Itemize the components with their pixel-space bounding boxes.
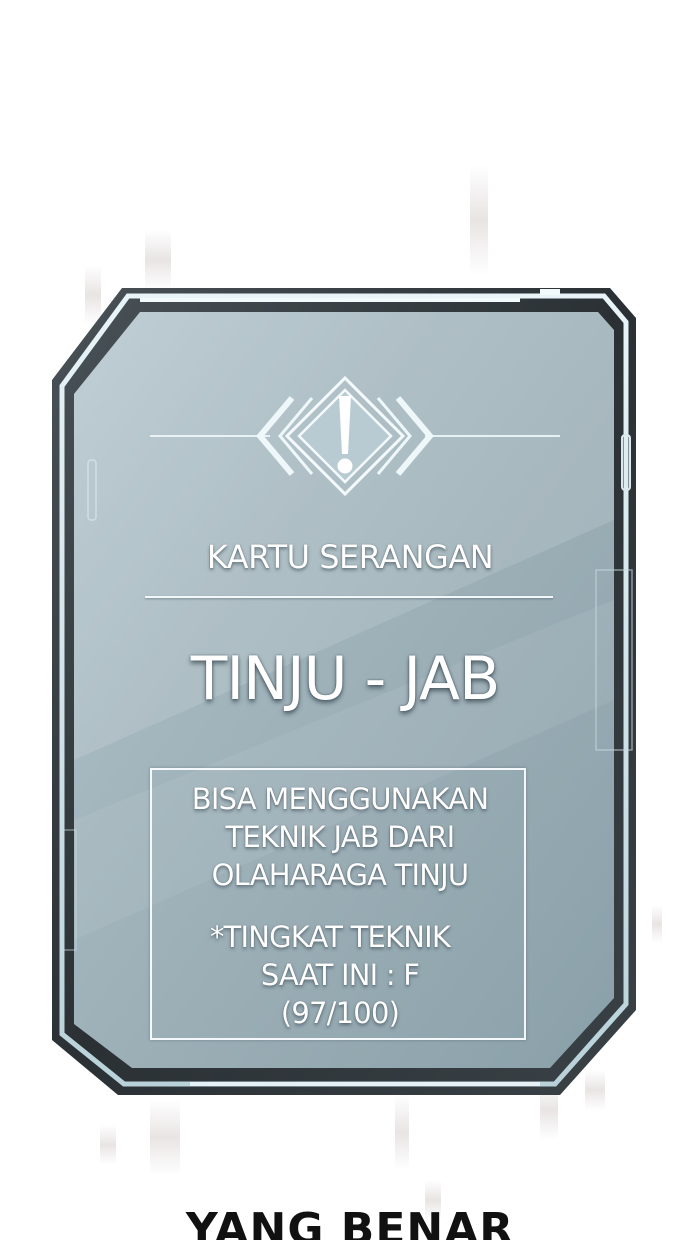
title-divider xyxy=(145,596,553,598)
card-type-label: KARTU SERANGAN xyxy=(206,538,494,576)
warning-exclamation-icon xyxy=(337,396,353,474)
attack-card-frame xyxy=(52,288,636,1095)
description-line: OLAHARAGA TINJU xyxy=(211,858,470,892)
description-line: BISA MENGGUNAKAN xyxy=(191,782,489,816)
comic-panel: KARTU SERANGAN TINJU - JAB BISA MENGGUNA… xyxy=(0,0,690,1240)
speech-caption: YANG BENAR xyxy=(185,1204,515,1240)
card-name: TINJU - JAB xyxy=(190,644,500,714)
technique-progress: (97/100) xyxy=(280,996,400,1030)
card-description-box: BISA MENGGUNAKAN TEKNIK JAB DARI OLAHARA… xyxy=(150,768,526,1040)
description-line: TEKNIK JAB DARI xyxy=(225,820,456,854)
technique-level-line: *TINGKAT TEKNIK xyxy=(209,920,451,954)
technique-level-line: SAAT INI : F xyxy=(260,958,420,992)
